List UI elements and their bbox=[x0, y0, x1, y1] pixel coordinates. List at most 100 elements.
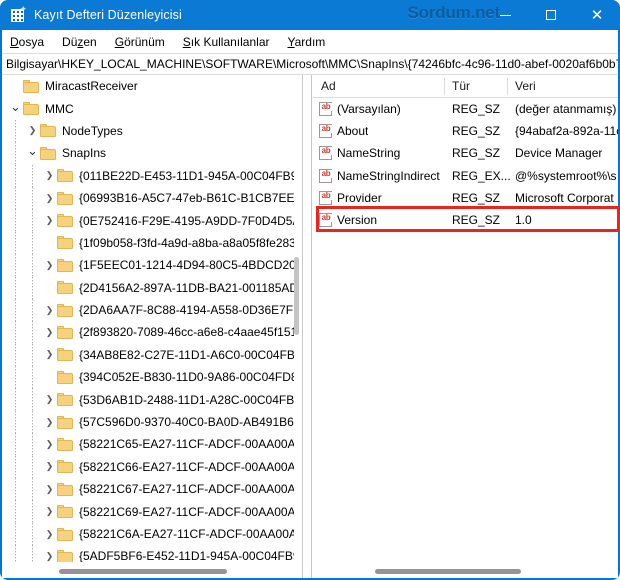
tree-item[interactable]: ❯ {011BE22D-E453-11D1-945A-00C04FB984F bbox=[2, 164, 294, 187]
tree-vertical-scrollbar[interactable] bbox=[293, 75, 301, 562]
folder-icon bbox=[57, 527, 74, 541]
tree-guide-line bbox=[32, 343, 33, 367]
tree-guide-line bbox=[15, 119, 16, 143]
tree-horizontal-scrollbar[interactable] bbox=[2, 564, 294, 578]
tree-vertical-scroll-thumb[interactable] bbox=[294, 257, 299, 335]
tree-guide-line bbox=[32, 545, 33, 562]
tree-guide-line bbox=[15, 186, 16, 210]
tree-horizontal-scroll-thumb[interactable] bbox=[59, 569, 227, 574]
tree-item[interactable]: ❯ {53D6AB1D-2488-11D1-A28C-00C04FB94F bbox=[2, 388, 294, 411]
folder-icon bbox=[57, 303, 74, 317]
value-row[interactable]: ab About REG_SZ {94abaf2a-892a-11c bbox=[313, 120, 618, 142]
title-bar[interactable]: ✦ Kayıt Defteri Düzenleyicisi Sordum.net… bbox=[0, 0, 620, 30]
folder-icon bbox=[57, 482, 74, 496]
value-row[interactable]: ab Provider REG_SZ Microsoft Corporat bbox=[313, 187, 618, 209]
value-name: About bbox=[337, 124, 369, 139]
maximize-button[interactable] bbox=[528, 0, 574, 30]
folder-icon bbox=[57, 549, 74, 562]
tree-item-label: {1F5EEC01-1214-4D94-80C5-4BDCD2014D bbox=[79, 258, 294, 273]
registry-values-list[interactable]: ab (Varsayılan) REG_SZ (değer atanmamış) ab A… bbox=[313, 98, 618, 564]
chevron-right-icon[interactable]: ❯ bbox=[42, 260, 57, 271]
chevron-right-icon[interactable]: ❯ bbox=[42, 484, 57, 495]
tree-item[interactable]: · {1f09b058-f3fd-4a9d-a8ba-a8a05f8fe283} bbox=[2, 231, 294, 255]
pane-splitter[interactable] bbox=[302, 75, 312, 578]
registry-tree-pane[interactable]: · MiracastReceiver ⌄ MMC ❯ NodeTypes ⌄ SnapIns ❯… bbox=[2, 75, 302, 578]
tree-guide-line bbox=[32, 276, 33, 299]
chevron-right-icon[interactable]: ❯ bbox=[42, 461, 57, 472]
tree-guide-line bbox=[32, 164, 33, 187]
string-value-icon: ab bbox=[319, 213, 332, 228]
tree-item[interactable]: ❯ {34AB8E82-C27E-11D1-A6C0-00C04FB94F bbox=[2, 343, 294, 367]
address-bar[interactable]: Bilgisayar\HKEY_LOCAL_MACHINE\SOFTWARE\M… bbox=[2, 53, 618, 75]
tree-item[interactable]: ❯ {58221C67-EA27-11CF-ADCF-00AA00A800 bbox=[2, 478, 294, 501]
tree-guide-line bbox=[15, 366, 16, 389]
tree-item-label: {2f893820-7089-46cc-a6e8-c4aae45f151b} bbox=[79, 325, 294, 340]
menu-item-dosya[interactable]: Dosya bbox=[10, 35, 44, 49]
close-button[interactable]: ✕ bbox=[574, 0, 620, 30]
chevron-right-icon[interactable]: ❯ bbox=[42, 439, 57, 450]
chevron-right-icon[interactable]: ❯ bbox=[42, 506, 57, 517]
chevron-right-icon[interactable]: ❯ bbox=[42, 551, 57, 562]
value-row[interactable]: ab (Varsayılan) REG_SZ (değer atanmamış) bbox=[313, 98, 618, 120]
panes-container: · MiracastReceiver ⌄ MMC ❯ NodeTypes ⌄ SnapIns ❯… bbox=[2, 75, 620, 578]
chevron-right-icon[interactable]: ❯ bbox=[42, 193, 57, 204]
column-header-tür[interactable]: Tür bbox=[444, 75, 507, 97]
tree-guide-line bbox=[15, 455, 16, 479]
tree-item[interactable]: ❯ {2f893820-7089-46cc-a6e8-c4aae45f151b} bbox=[2, 321, 294, 344]
folder-icon bbox=[57, 460, 74, 474]
value-type: REG_SZ bbox=[452, 124, 501, 139]
column-header-ad[interactable]: Ad bbox=[313, 75, 444, 97]
value-row[interactable]: ab NameStringIndirect REG_EX... @%systemroo… bbox=[313, 165, 618, 187]
tree-item[interactable]: ❯ {1F5EEC01-1214-4D94-80C5-4BDCD2014D bbox=[2, 254, 294, 277]
list-column-headers[interactable]: Ad Tür Veri bbox=[313, 75, 618, 98]
tree-guide-line bbox=[15, 321, 16, 344]
menu-item-d-zen[interactable]: Düzen bbox=[62, 35, 97, 49]
menu-item-s-k-kullan-lanlar[interactable]: Sık Kullanılanlar bbox=[183, 35, 270, 49]
tree-item[interactable]: ❯ {5ADF5BF6-E452-11D1-945A-00C04FB984F bbox=[2, 545, 294, 562]
menu-item-g-r-n-m[interactable]: Görünüm bbox=[115, 35, 165, 49]
menu-item-yard-m[interactable]: Yardım bbox=[288, 35, 326, 49]
tree-item[interactable]: ❯ {2DA6AA7F-8C88-4194-A558-0D36E7FD3E bbox=[2, 298, 294, 322]
tree-item[interactable]: ❯ {58221C6A-EA27-11CF-ADCF-00AA00A80 bbox=[2, 522, 294, 546]
chevron-right-icon[interactable]: ❯ bbox=[42, 529, 57, 540]
tree-item[interactable]: · {2D4156A2-897A-11DB-BA21-001185AD2E bbox=[2, 276, 294, 299]
chevron-right-icon[interactable]: ❯ bbox=[42, 215, 57, 226]
folder-icon bbox=[57, 258, 74, 272]
chevron-right-icon[interactable]: ❯ bbox=[42, 417, 57, 428]
chevron-down-icon[interactable]: ⌄ bbox=[25, 143, 40, 159]
tree-item[interactable]: ❯ {58221C66-EA27-11CF-ADCF-00AA00A800 bbox=[2, 455, 294, 479]
tree-item[interactable]: ❯ {58221C69-EA27-11CF-ADCF-00AA00A800 bbox=[2, 500, 294, 523]
column-separator[interactable] bbox=[507, 78, 508, 95]
list-horizontal-scrollbar[interactable] bbox=[313, 564, 618, 578]
value-row[interactable]: ab NameString REG_SZ Device Manager bbox=[313, 142, 618, 164]
tree-item[interactable]: · {394C052E-B830-11D0-9A86-00C04FD8DB bbox=[2, 366, 294, 389]
column-separator[interactable] bbox=[444, 78, 445, 95]
tree-item[interactable]: ❯ {06993B16-A5C7-47eb-B61C-B1CB7EE600 bbox=[2, 186, 294, 210]
chevron-right-icon[interactable]: ❯ bbox=[25, 125, 40, 136]
tree-item[interactable]: ❯ NodeTypes bbox=[2, 119, 294, 143]
registry-values-pane[interactable]: Ad Tür Veri ab (Varsayılan) REG_SZ (değer ata… bbox=[313, 75, 618, 578]
tree-item[interactable]: ❯ {57C596D0-9370-40C0-BA0D-AB491B6325 bbox=[2, 410, 294, 434]
value-data: {94abaf2a-892a-11c bbox=[515, 124, 618, 139]
chevron-right-icon[interactable]: ❯ bbox=[42, 394, 57, 405]
chevron-right-icon[interactable]: ❯ bbox=[42, 170, 57, 181]
tree-item[interactable]: · MiracastReceiver bbox=[2, 75, 294, 97]
registry-tree[interactable]: · MiracastReceiver ⌄ MMC ❯ NodeTypes ⌄ SnapIns ❯… bbox=[2, 75, 294, 562]
tree-item[interactable]: ❯ {58221C65-EA27-11CF-ADCF-00AA00A800 bbox=[2, 433, 294, 456]
chevron-right-icon[interactable]: ❯ bbox=[42, 327, 57, 338]
tree-item[interactable]: ❯ {0E752416-F29E-4195-A9DD-7F0D4D5A9D bbox=[2, 209, 294, 232]
list-horizontal-scroll-thumb[interactable] bbox=[375, 569, 521, 574]
tree-guide-line bbox=[15, 231, 16, 255]
chevron-right-icon[interactable]: ❯ bbox=[42, 349, 57, 360]
tree-guide-line bbox=[15, 500, 16, 523]
column-header-veri[interactable]: Veri bbox=[507, 75, 618, 97]
value-row[interactable]: ab Version REG_SZ 1.0 bbox=[313, 209, 618, 231]
minimize-button[interactable] bbox=[482, 0, 528, 30]
tree-item[interactable]: ⌄ SnapIns bbox=[2, 142, 294, 165]
chevron-down-icon[interactable]: ⌄ bbox=[8, 99, 23, 115]
chevron-right-icon[interactable]: ❯ bbox=[42, 305, 57, 316]
tree-item-label: MiracastReceiver bbox=[45, 79, 138, 94]
folder-icon bbox=[57, 370, 74, 384]
tree-item-label: {58221C66-EA27-11CF-ADCF-00AA00A800 bbox=[79, 459, 294, 474]
tree-item[interactable]: ⌄ MMC bbox=[2, 97, 294, 119]
